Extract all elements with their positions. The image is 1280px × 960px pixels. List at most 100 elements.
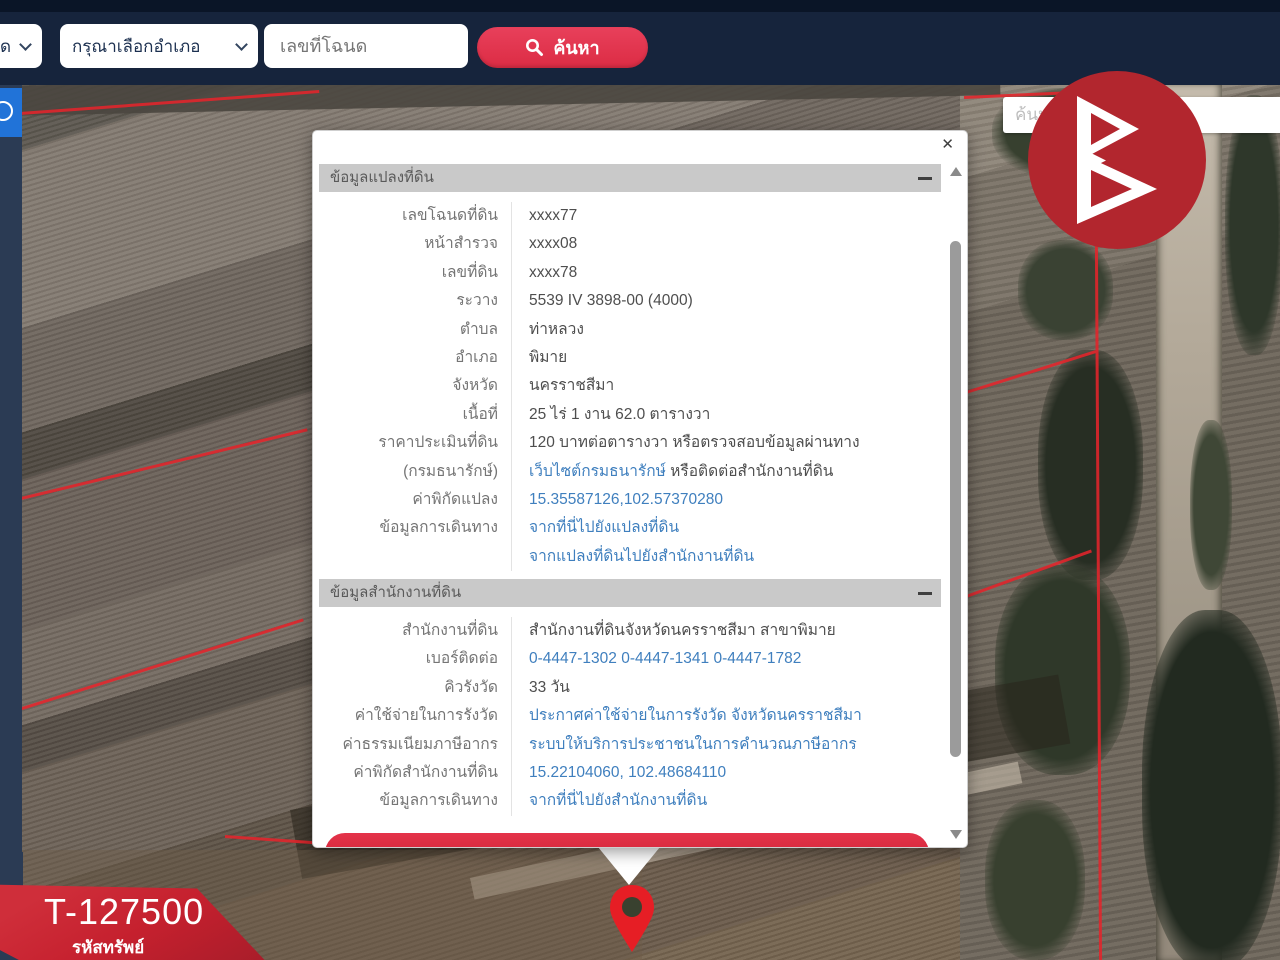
field-label: เลขที่ดิน xyxy=(319,259,511,287)
field-value: นครราชสีมา xyxy=(511,372,941,400)
field-label: (กรมธนารักษ์) xyxy=(319,458,511,486)
field-value: ประกาศค่าใช้จ่ายในการรังวัด จังหวัดนครรา… xyxy=(511,702,941,730)
map-trees xyxy=(1038,350,1143,580)
deed-number-input[interactable] xyxy=(278,35,468,58)
field-label: เนื้อที่ xyxy=(319,401,511,429)
field-value: เว็บไซต์กรมธนารักษ์ หรือติดต่อสำนักงานที… xyxy=(511,458,941,486)
table-row: ระวาง5539 IV 3898-00 (4000) xyxy=(319,287,941,315)
parcel-fields: เลขโฉนดที่ดิน xxxx77 หน้าสำรวจxxxx08เลขที่… xyxy=(319,202,941,571)
field-link[interactable]: 15.35587126,102.57370280 xyxy=(529,491,723,508)
parcel-info-popup: ✕ ข้อมูลแปลงที่ดิน เลขโฉนดที่ดิน xxxx77 หน… xyxy=(312,130,968,848)
field-text: 25 ไร่ 1 งาน 62.0 ตารางวา xyxy=(529,406,710,423)
field-label: อำเภอ xyxy=(319,344,511,372)
map-trees xyxy=(1190,420,1232,590)
landoffice-fields: สำนักงานที่ดินสำนักงานที่ดินจังหวัดนครรา… xyxy=(319,617,941,816)
field-link[interactable]: ระบบให้บริการประชาชนในการคำนวณภาษีอากร xyxy=(529,736,857,753)
field-link[interactable]: จากที่นี่ไปยังสำนักงานที่ดิน xyxy=(529,792,707,809)
search-button-label: ค้นหา xyxy=(553,33,599,62)
popup-tail xyxy=(598,847,660,885)
field-link[interactable]: จากแปลงที่ดินไปยังสำนักงานที่ดิน xyxy=(529,548,754,565)
field-value: 0-4447-1302 0-4447-1341 0-4447-1782 xyxy=(511,645,941,673)
field-value: xxxx77 xyxy=(511,202,941,230)
chevron-down-icon xyxy=(19,38,32,51)
field-link[interactable]: จากที่นี่ไปยังแปลงที่ดิน xyxy=(529,519,679,536)
field-link[interactable]: เว็บไซต์กรมธนารักษ์ xyxy=(529,463,666,480)
field-value: 33 วัน xyxy=(511,674,941,702)
deed-number-field-wrap xyxy=(264,24,468,68)
field-label: เลขโฉนดที่ดิน xyxy=(319,202,511,230)
map-tool-button[interactable] xyxy=(0,88,22,137)
search-button[interactable]: ค้นหา xyxy=(477,27,648,68)
field-link[interactable]: 15.22104060, 102.48684110 xyxy=(529,764,726,781)
district-select-value: กรุณาเลือกอำเภอ xyxy=(72,33,200,60)
province-select-value: ัด xyxy=(0,33,11,60)
tool-circle-icon xyxy=(0,101,13,121)
map-trees xyxy=(1018,240,1113,340)
map-pin-icon[interactable] xyxy=(608,884,656,959)
field-text: xxxx78 xyxy=(529,264,577,281)
field-label: ค่าธรรมเนียมภาษีอากร xyxy=(319,731,511,759)
field-value: 15.35587126,102.57370280 xyxy=(511,486,941,514)
table-row: ค่าใช้จ่ายในการรังวัด ประกาศค่าใช้จ่ายในก… xyxy=(319,702,941,730)
table-row: จังหวัด นครราชสีมา xyxy=(319,372,941,400)
field-label: ค่าพิกัดสำนักงานที่ดิน xyxy=(319,759,511,787)
field-value: 5539 IV 3898-00 (4000) xyxy=(511,287,941,315)
field-text: xxxx77 xyxy=(529,207,577,224)
scroll-down-arrow-icon[interactable] xyxy=(950,830,962,839)
table-row: เลขที่ดิน xxxx78 xyxy=(319,259,941,287)
field-link[interactable]: ประกาศค่าใช้จ่ายในการรังวัด จังหวัดนครรา… xyxy=(529,707,862,724)
brand-watermark-logo xyxy=(1028,71,1206,249)
table-row: เบอร์ติดต่อ0-4447-1302 0-4447-1341 0-444… xyxy=(319,645,941,673)
landsmaps-app-window: ัด กรุณาเลือกอำเภอ ค้นหา xyxy=(0,0,1280,960)
field-label: จังหวัด xyxy=(319,372,511,400)
table-row: หน้าสำรวจxxxx08 xyxy=(319,230,941,258)
field-value: จากที่นี่ไปยังสำนักงานที่ดิน xyxy=(511,787,941,815)
field-value: สำนักงานที่ดินจังหวัดนครราชสีมา สาขาพิมา… xyxy=(511,617,941,645)
district-select[interactable]: กรุณาเลือกอำเภอ xyxy=(60,24,258,68)
field-link[interactable]: 0-4447-1782 xyxy=(713,650,801,667)
field-label: ข้อมูลการเดินทาง xyxy=(319,787,511,815)
field-value: 25 ไร่ 1 งาน 62.0 ตารางวา xyxy=(511,401,941,429)
field-text: หรือติดต่อสำนักงานที่ดิน xyxy=(666,463,834,480)
field-label: ค่าใช้จ่ายในการรังวัด xyxy=(319,702,511,730)
scrollbar-thumb[interactable] xyxy=(950,241,961,757)
table-row: อำเภอพิมาย xyxy=(319,344,941,372)
property-code: T-127500 xyxy=(44,891,204,933)
scroll-up-arrow-icon[interactable] xyxy=(950,167,962,176)
field-text: 120 บาทต่อตารางวา หรือตรวจสอบข้อมูลผ่านท… xyxy=(529,434,860,451)
table-row: ค่าธรรมเนียมภาษีอากร ระบบให้บริการประชาชน… xyxy=(319,731,941,759)
field-label: ราคาประเมินที่ดิน xyxy=(319,429,511,457)
field-value: 120 บาทต่อตารางวา หรือตรวจสอบข้อมูลผ่านท… xyxy=(511,429,941,457)
field-value: xxxx08 xyxy=(511,230,941,258)
field-label: ข้อมูลการเดินทาง xyxy=(319,514,511,542)
table-row: ข้อมูลการเดินทาง จากที่นี่ไปยังแปลงที่ดิน xyxy=(319,514,941,542)
minus-icon[interactable] xyxy=(918,592,932,595)
table-row: เลขโฉนดที่ดิน xxxx77 xyxy=(319,202,941,230)
field-text: ท่าหลวง xyxy=(529,321,584,338)
field-label: ตำบล xyxy=(319,316,511,344)
table-row: คิวรังวัด33 วัน xyxy=(319,674,941,702)
field-value: ระบบให้บริการประชาชนในการคำนวณภาษีอากร xyxy=(511,731,941,759)
field-value: จากที่นี่ไปยังแปลงที่ดิน xyxy=(511,514,941,542)
field-label xyxy=(319,543,511,571)
province-select[interactable]: ัด xyxy=(0,24,42,68)
field-text: 33 วัน xyxy=(529,679,570,696)
field-value: 15.22104060, 102.48684110 xyxy=(511,759,941,787)
section-title: ข้อมูลแปลงที่ดิน xyxy=(319,164,941,192)
field-link[interactable]: 0-4447-1341 xyxy=(621,650,709,667)
field-label: ค่าพิกัดแปลง xyxy=(319,486,511,514)
minus-icon[interactable] xyxy=(918,177,932,180)
popup-action-button[interactable] xyxy=(325,833,929,848)
field-text: xxxx08 xyxy=(529,235,577,252)
field-link[interactable]: 0-4447-1302 xyxy=(529,650,617,667)
table-row: ตำบล ท่าหลวง xyxy=(319,316,941,344)
table-row: เนื้อที่ 25 ไร่ 1 งาน 62.0 ตารางวา xyxy=(319,401,941,429)
popup-scrollbar xyxy=(947,163,964,843)
field-text: นครราชสีมา xyxy=(529,377,614,394)
table-row: สำนักงานที่ดินสำนักงานที่ดินจังหวัดนครรา… xyxy=(319,617,941,645)
table-row: (กรมธนารักษ์)เว็บไซต์กรมธนารักษ์ หรือติด… xyxy=(319,458,941,486)
close-icon[interactable]: ✕ xyxy=(941,137,954,152)
table-row: ค่าพิกัดสำนักงานที่ดิน 15.22104060, 102.4… xyxy=(319,759,941,787)
section-header-parcel: ข้อมูลแปลงที่ดิน xyxy=(319,164,941,192)
field-label: สำนักงานที่ดิน xyxy=(319,617,511,645)
